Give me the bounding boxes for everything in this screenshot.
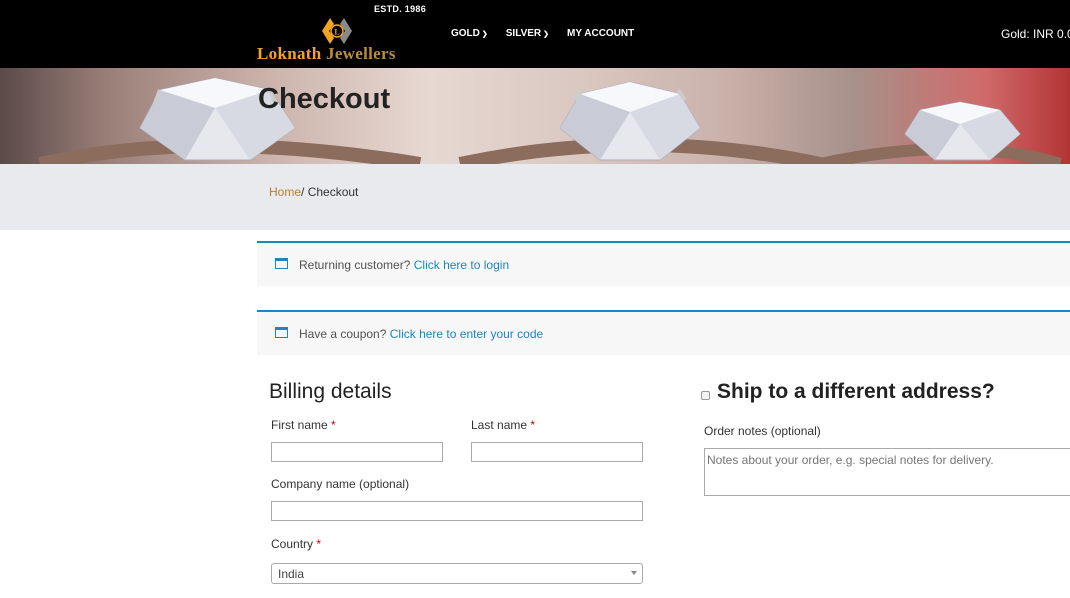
nav-item-my-account-label: MY ACCOUNT <box>567 28 635 39</box>
last-name-label-text: Last name <box>471 418 528 432</box>
coupon-notice: Have a coupon? Click here to enter your … <box>257 310 1070 355</box>
required-mark: * <box>530 418 536 432</box>
breadcrumb: Home/ Checkout <box>269 185 358 199</box>
company-label: Company name (optional) <box>271 477 410 491</box>
first-name-field[interactable] <box>271 442 443 462</box>
chevron-down-icon: ❯ <box>543 30 550 38</box>
window-icon <box>275 327 288 338</box>
hero-banner <box>0 68 1070 164</box>
diamond-rings-image <box>38 77 1062 164</box>
caret-down-icon <box>631 571 637 575</box>
breadcrumb-current: Checkout <box>304 185 359 199</box>
established-label: ESTD. 1986 <box>374 4 427 14</box>
logo-wordmark[interactable]: Loknath Jewellers <box>257 44 396 64</box>
order-notes-field[interactable] <box>704 448 1070 496</box>
ship-different-address-heading[interactable]: Ship to a different address? <box>717 380 995 404</box>
nav-item-my-account[interactable]: MY ACCOUNT <box>567 28 634 39</box>
required-mark: * <box>316 537 322 551</box>
country-select[interactable]: India <box>271 563 643 584</box>
notice-text: Have a coupon? Click here to enter your … <box>299 327 543 341</box>
breadcrumb-band <box>0 164 1070 230</box>
last-name-label: Last name * <box>471 418 535 432</box>
last-name-field[interactable] <box>471 442 643 462</box>
breadcrumb-home-link[interactable]: Home <box>269 185 301 199</box>
billing-heading: Billing details <box>269 380 392 403</box>
svg-text:L: L <box>334 28 339 37</box>
country-label: Country * <box>271 537 321 551</box>
site-header: ESTD. 1986 L Loknath Jewellers GOLD ❯ SI… <box>0 0 1070 68</box>
login-link[interactable]: Click here to login <box>414 258 509 272</box>
first-name-label: First name * <box>271 418 336 432</box>
nav-item-gold-label: GOLD <box>451 28 480 39</box>
logo-word-2: Jewellers <box>326 44 396 63</box>
chevron-down-icon: ❯ <box>481 30 488 38</box>
order-notes-label: Order notes (optional) <box>704 424 821 438</box>
gold-rate: Gold: INR 0.0 <box>1001 27 1070 41</box>
ship-different-address-checkbox[interactable] <box>701 391 710 400</box>
returning-customer-text: Returning customer? <box>299 258 411 272</box>
country-label-text: Country <box>271 537 314 551</box>
first-name-label-text: First name <box>271 418 328 432</box>
country-select-value: India <box>278 567 305 581</box>
returning-customer-notice: Returning customer? Click here to login <box>257 241 1070 286</box>
coupon-link[interactable]: Click here to enter your code <box>390 327 543 341</box>
notice-text: Returning customer? Click here to login <box>299 258 509 272</box>
company-field[interactable] <box>271 501 643 521</box>
logo-icon[interactable]: L <box>320 16 354 46</box>
window-icon <box>275 258 288 269</box>
required-mark: * <box>331 418 336 432</box>
nav-item-silver-label: SILVER <box>505 28 542 39</box>
nav-item-silver[interactable]: SILVER ❯ <box>506 28 549 39</box>
coupon-text: Have a coupon? <box>299 327 387 341</box>
page-title: Checkout <box>258 83 391 115</box>
nav-item-gold[interactable]: GOLD ❯ <box>451 28 488 39</box>
logo-word-1: Loknath <box>257 44 322 63</box>
main-nav: GOLD ❯ SILVER ❯ MY ACCOUNT <box>451 28 652 39</box>
